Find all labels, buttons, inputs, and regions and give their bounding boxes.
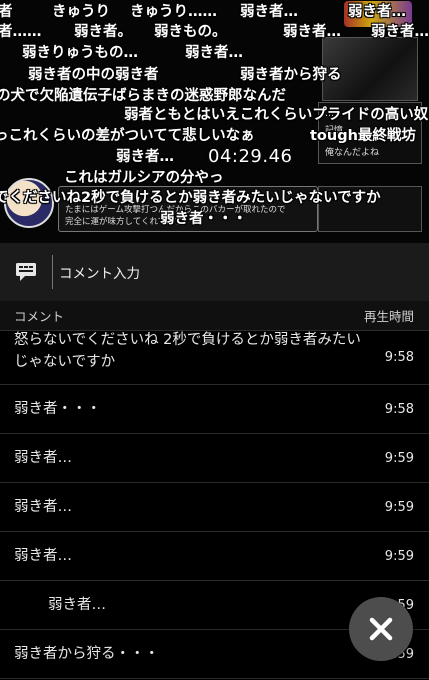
- overlay-comment: 弱きりゅうもの…: [22, 45, 138, 61]
- comment-input-label[interactable]: コメント入力: [59, 262, 140, 282]
- overlay-comment: きゅうり……: [130, 4, 217, 20]
- video-player[interactable]: … 記憶 俺なんだよね たまにはゲーム攻撃打つんだからこのバカーが取れたので 完…: [0, 0, 429, 243]
- overlay-comment: っこれくらいの差がついてて悲しいなぁ: [0, 128, 255, 144]
- comment-text: 弱き者・・・: [14, 401, 101, 417]
- comment-text: 弱き者…: [14, 499, 72, 515]
- overlay-comment: 弱者ともとはいえこれくらいプライドの高い奴: [124, 107, 429, 123]
- list-item[interactable]: 弱き者・・・ 9:58: [0, 385, 429, 434]
- comment-text: 怒らないでくださいね 2秒で負けるとか弱き者みたいじゃないですか: [14, 331, 361, 370]
- overlay-comment: 弱き者…: [371, 24, 429, 40]
- comment-text: 弱き者…: [14, 548, 72, 564]
- list-item[interactable]: 弱き者… 9:59: [0, 532, 429, 581]
- overlay-comment: 弱き者…: [116, 149, 174, 165]
- overlay-comment: 弱き者・・・: [160, 211, 247, 227]
- comment-column-header: コメント: [14, 309, 65, 324]
- divider: [52, 255, 53, 289]
- overlay-comment: 弱き者。: [74, 24, 132, 40]
- overlay-comment: 弱き者の中の弱き者: [28, 67, 159, 83]
- overlay-comment: 弱き者…: [348, 4, 406, 20]
- overlay-comment: これはガルシアの分やっ: [64, 170, 224, 186]
- overlay-comment: 弱き者…: [240, 4, 298, 20]
- comment-time: 9:59: [384, 499, 414, 515]
- time-column-header: 再生時間: [363, 309, 414, 324]
- comment-time: 9:59: [384, 548, 414, 564]
- comment-text: 弱き者から狩る・・・: [14, 646, 159, 662]
- overlay-comment: 弱き者…: [185, 45, 243, 61]
- overlay-comment: 弱き者から狩る: [240, 67, 342, 83]
- comment-time: 9:58: [384, 350, 414, 365]
- comment-list-header: コメント 再生時間: [0, 301, 429, 331]
- comment-text: 弱き者…: [48, 597, 106, 613]
- list-item[interactable]: 弱き者… 9:59: [0, 434, 429, 483]
- comment-text: 弱き者…: [14, 450, 72, 466]
- overlay-comment: 弱き者…: [283, 24, 341, 40]
- overlay-comment: きゅうり: [52, 4, 110, 20]
- list-item[interactable]: 弱き者… 9:59: [0, 483, 429, 532]
- video-timer: 04:29.46: [208, 146, 293, 167]
- overlay-comment: 者……: [0, 24, 42, 40]
- comment-input-bar[interactable]: コメント入力: [0, 243, 429, 301]
- close-button[interactable]: [349, 597, 413, 661]
- comment-time: 9:59: [384, 450, 414, 466]
- overlay-comment: でくださいね2秒で負けるとか弱き者みたいじゃないですか: [0, 190, 381, 206]
- comment-time: 9:58: [384, 401, 414, 417]
- scene-text: 俺なんだよね: [325, 148, 380, 158]
- close-icon: [369, 617, 393, 641]
- overlay-comment: tough最終戦坊: [310, 128, 416, 144]
- overlay-comment: の犬で欠陥遺伝子ばらまきの迷惑野郎なんだ: [0, 88, 286, 104]
- overlay-comment: 者: [0, 4, 13, 20]
- overlay-comment: 弱きもの。: [154, 24, 227, 40]
- list-item[interactable]: 怒らないでくださいね 2秒で負けるとか弱き者みたいじゃないですか 9:58: [0, 331, 429, 385]
- comment-icon[interactable]: [0, 243, 52, 301]
